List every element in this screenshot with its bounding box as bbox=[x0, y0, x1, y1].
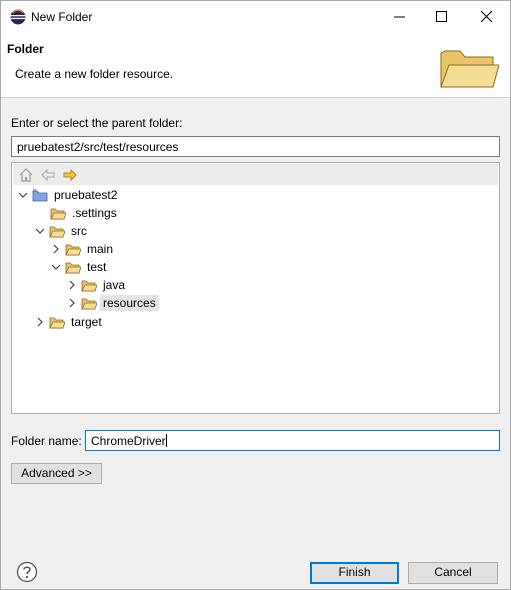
tree-item-label: src bbox=[71, 224, 87, 238]
folder-tree[interactable]: M pruebatest2 .settings src main test ja… bbox=[11, 162, 500, 414]
help-icon[interactable] bbox=[16, 561, 38, 583]
eclipse-icon bbox=[10, 9, 26, 25]
title-bar: New Folder bbox=[1, 1, 510, 32]
chevron-down-icon[interactable] bbox=[17, 189, 29, 201]
tree-item-pruebatest2[interactable]: M pruebatest2 bbox=[17, 186, 120, 204]
folder-icon bbox=[440, 50, 499, 88]
parent-folder-input[interactable]: pruebatest2/src/test/resources bbox=[11, 136, 500, 157]
close-icon bbox=[480, 11, 492, 22]
minimize-icon bbox=[393, 16, 405, 18]
minimize-button[interactable] bbox=[379, 1, 419, 32]
folder-name-label: Folder name: bbox=[11, 434, 82, 448]
tree-item-label: .settings bbox=[72, 206, 117, 220]
wizard-banner: Folder Create a new folder resource. bbox=[1, 32, 510, 98]
finish-button[interactable]: Finish bbox=[310, 562, 399, 584]
tree-item-java[interactable]: java bbox=[66, 276, 128, 294]
tree-item-label: test bbox=[87, 260, 107, 274]
svg-text:M: M bbox=[33, 188, 37, 193]
forward-icon[interactable] bbox=[62, 167, 78, 183]
chevron-right-icon[interactable] bbox=[66, 279, 78, 291]
banner-description: Create a new folder resource. bbox=[15, 67, 174, 81]
folder-name-value: ChromeDriver bbox=[91, 434, 166, 448]
home-icon[interactable] bbox=[18, 167, 34, 183]
window-title: New Folder bbox=[31, 10, 93, 24]
text-caret bbox=[165, 434, 167, 447]
tree-item-main[interactable]: main bbox=[50, 240, 116, 258]
folder-icon bbox=[81, 280, 97, 292]
cancel-button[interactable]: Cancel bbox=[408, 562, 498, 584]
chevron-down-icon[interactable] bbox=[34, 225, 46, 237]
folder-icon bbox=[65, 244, 81, 256]
chevron-down-icon[interactable] bbox=[50, 261, 62, 273]
tree-item-label: java bbox=[103, 278, 126, 292]
chevron-right-icon[interactable] bbox=[34, 316, 46, 328]
folder-name-input[interactable]: ChromeDriver bbox=[85, 430, 500, 451]
maximize-button[interactable] bbox=[421, 1, 461, 32]
tree-item-src[interactable]: src bbox=[34, 222, 90, 240]
folder-icon bbox=[49, 317, 65, 329]
chevron-right-icon[interactable] bbox=[50, 243, 62, 255]
tree-item-label: pruebatest2 bbox=[54, 188, 118, 202]
tree-item-label: resources bbox=[100, 295, 159, 311]
tree-item-label: main bbox=[87, 242, 114, 256]
tree-toolbar bbox=[13, 164, 498, 185]
maximize-icon bbox=[435, 11, 447, 22]
parent-folder-label: Enter or select the parent folder: bbox=[11, 116, 183, 130]
folder-icon bbox=[81, 298, 97, 310]
close-button[interactable] bbox=[466, 1, 506, 32]
new-folder-dialog: New Folder Folder Create a new folder re… bbox=[0, 0, 511, 590]
folder-icon bbox=[50, 208, 66, 220]
tree-item-label: target bbox=[71, 315, 102, 329]
advanced-button[interactable]: Advanced >> bbox=[11, 463, 102, 484]
chevron-right-icon[interactable] bbox=[66, 297, 78, 309]
tree-item-settings[interactable]: .settings bbox=[50, 204, 120, 222]
folder-icon bbox=[65, 262, 81, 274]
tree-item-target[interactable]: target bbox=[34, 313, 105, 331]
tree-item-resources[interactable]: resources bbox=[66, 294, 159, 312]
folder-icon bbox=[49, 226, 65, 238]
tree-item-test[interactable]: test bbox=[50, 258, 109, 276]
project-icon: M bbox=[32, 188, 48, 202]
banner-title: Folder bbox=[7, 42, 44, 56]
back-icon[interactable] bbox=[40, 167, 56, 183]
